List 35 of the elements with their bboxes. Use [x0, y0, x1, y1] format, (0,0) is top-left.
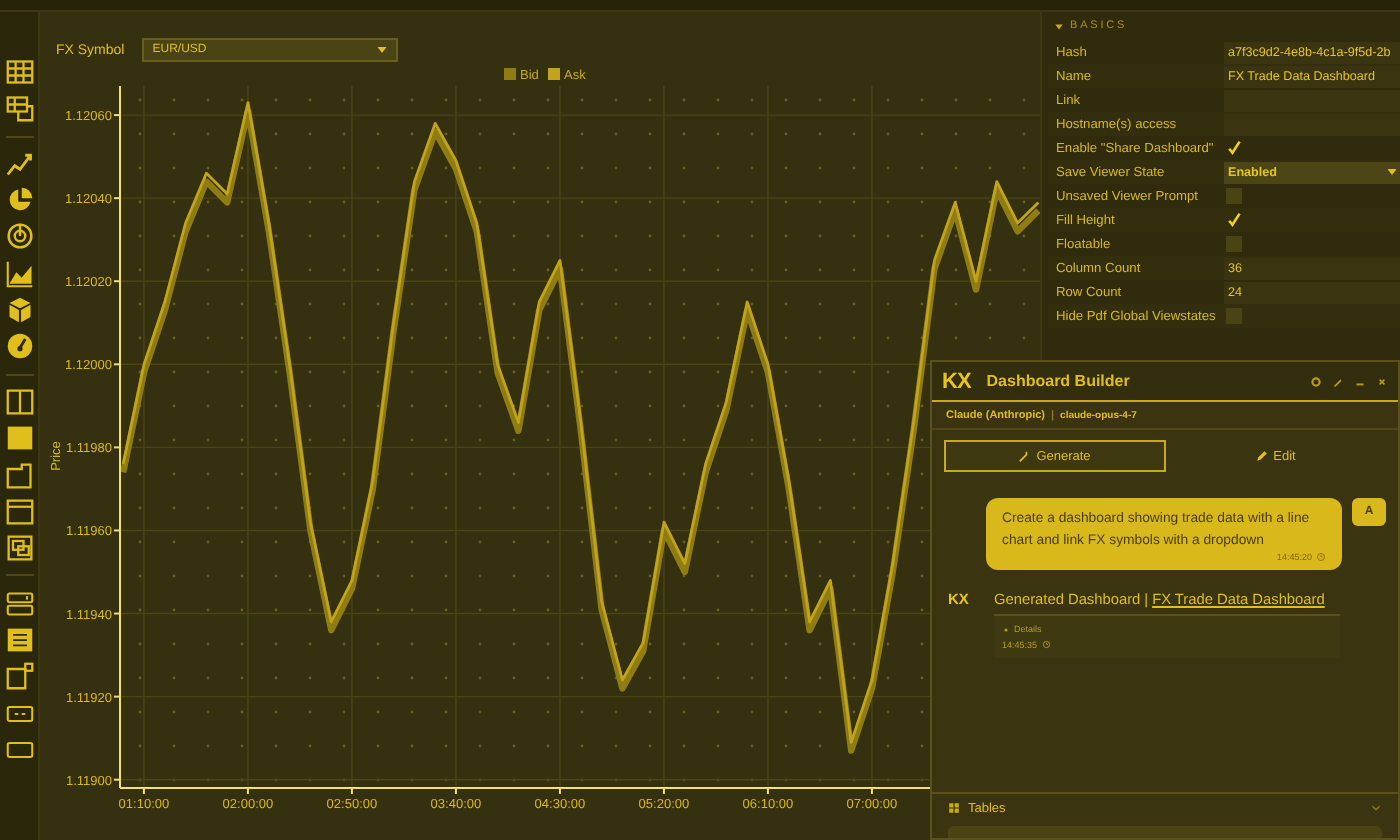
- close-icon[interactable]: [1376, 375, 1388, 387]
- checkbox[interactable]: [1226, 236, 1242, 252]
- checkbox[interactable]: [1226, 188, 1242, 204]
- caret-icon: [1386, 166, 1398, 178]
- window-icon[interactable]: [5, 497, 33, 526]
- split-icon[interactable]: [5, 387, 33, 416]
- wand-icon: [1018, 450, 1031, 462]
- settings-icon[interactable]: [1310, 375, 1322, 387]
- cube-icon[interactable]: [5, 296, 33, 325]
- radar-icon[interactable]: [5, 222, 33, 251]
- list-icon[interactable]: [5, 626, 33, 655]
- table-icon[interactable]: [5, 58, 33, 86]
- window-title: Dashboard Builder: [986, 372, 1130, 390]
- pencil-icon: [1255, 450, 1268, 462]
- gauge-icon[interactable]: [5, 332, 33, 361]
- bullet-icon: [1002, 625, 1010, 633]
- pencil-icon[interactable]: [1332, 375, 1344, 387]
- toggle-icon[interactable]: [5, 589, 33, 618]
- panel-icon[interactable]: [5, 424, 33, 453]
- prompt-field[interactable]: [948, 826, 1382, 838]
- corner-icon[interactable]: [5, 662, 33, 691]
- layers-icon[interactable]: [5, 534, 33, 563]
- area-icon[interactable]: [5, 259, 33, 288]
- checkbox[interactable]: [1226, 140, 1242, 156]
- line-icon[interactable]: [5, 149, 33, 178]
- checkbox[interactable]: [1226, 212, 1242, 228]
- caret-icon: [376, 44, 389, 56]
- pie-icon[interactable]: [5, 186, 33, 215]
- clock-icon: [1316, 552, 1326, 562]
- clock-icon: [1041, 640, 1051, 650]
- pivot-icon[interactable]: [5, 94, 33, 123]
- tabbed-icon[interactable]: [5, 461, 33, 490]
- grid-icon: [948, 802, 960, 814]
- logo: KX: [942, 369, 971, 393]
- caret-icon[interactable]: [1054, 21, 1064, 31]
